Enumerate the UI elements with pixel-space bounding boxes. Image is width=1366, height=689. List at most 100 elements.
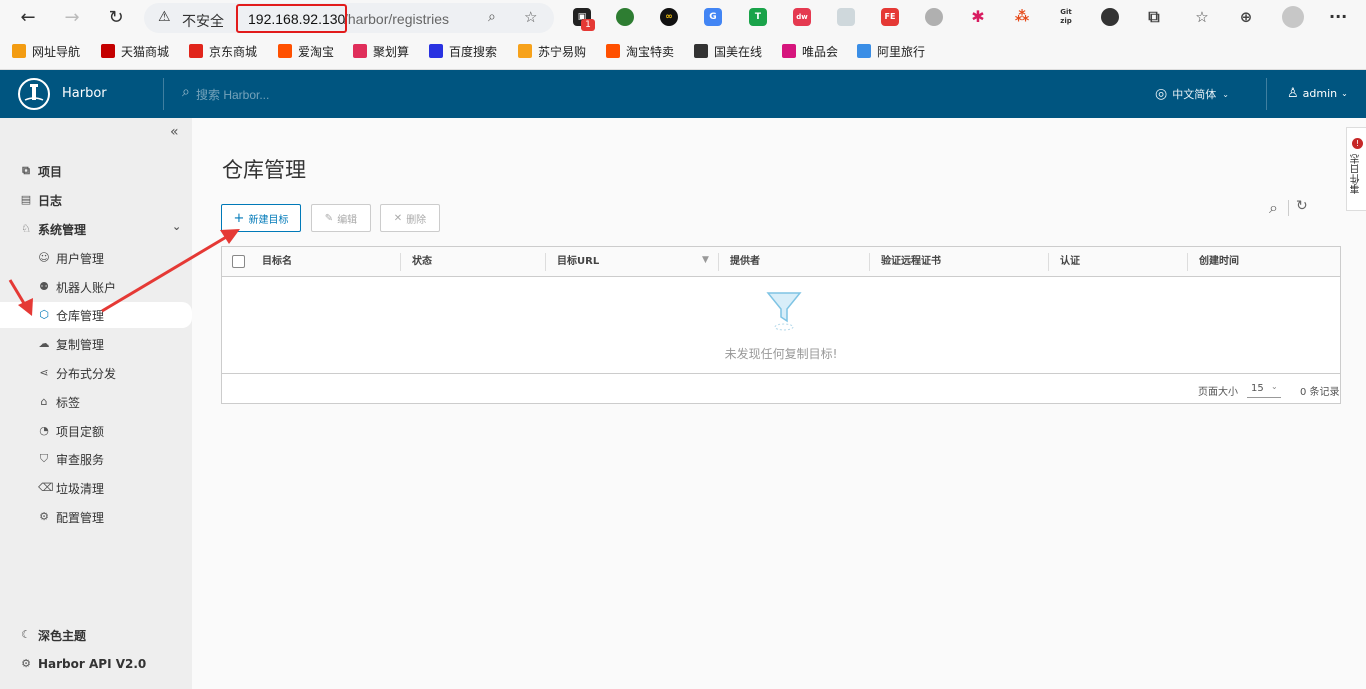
sidebar-item[interactable]: ⋖ 分布式分发 [0, 360, 192, 386]
sidebar-item[interactable]: ♘ 系统管理 ⌄ [0, 216, 192, 242]
column-header[interactable]: 验证远程证书 [871, 247, 941, 277]
forward-icon[interactable]: → [60, 6, 84, 30]
robot-icon: ⚉ [39, 280, 49, 293]
page-size-value: 15 [1251, 383, 1264, 394]
star-extension-icon[interactable]: ✱ [969, 8, 987, 26]
bookmark-item[interactable]: 淘宝特卖 [606, 42, 674, 60]
extensions-icon[interactable]: ⧉ [1145, 8, 1163, 26]
sidebar-item[interactable]: ⧉ 项目 [0, 158, 192, 184]
column-separator[interactable] [718, 253, 719, 271]
total-count: 0 条记录 [1300, 387, 1340, 398]
reload-icon[interactable]: ↻ [104, 6, 128, 30]
column-separator[interactable] [1187, 253, 1188, 271]
bookmark-item[interactable]: 唯品会 [782, 42, 838, 60]
refresh-icon[interactable]: ↻ [1296, 198, 1308, 214]
tree-extension-icon[interactable]: ⁂ [1013, 8, 1031, 26]
taobao-icon [278, 44, 292, 58]
harbor-logo[interactable] [18, 78, 50, 110]
chevron-down-icon: ⌄ [1222, 89, 1229, 99]
column-header[interactable]: 提供者 [720, 247, 760, 277]
bookmark-item[interactable]: 国美在线 [694, 42, 762, 60]
column-separator[interactable] [1048, 253, 1049, 271]
chevron-down-icon: ⌄ [1341, 89, 1348, 98]
api-link[interactable]: ⚙ Harbor API V2.0 [0, 651, 192, 677]
column-header[interactable]: 目标名 [252, 247, 292, 277]
bookmark-item[interactable]: 京东商城 [189, 42, 257, 60]
sidebar-item[interactable]: ⚉ 机器人账户 [0, 274, 192, 300]
search-input[interactable] [196, 86, 396, 104]
sidebar-item[interactable]: ⚙ 配置管理 [0, 504, 192, 530]
api-label: Harbor API V2.0 [38, 657, 147, 671]
dw-extension-icon[interactable]: dw [793, 8, 811, 26]
bookmark-icon [12, 44, 26, 58]
bookmark-item[interactable]: 聚划算 [353, 42, 409, 60]
select-all-checkbox[interactable] [232, 255, 245, 268]
sidebar-item-label: 分布式分发 [56, 366, 117, 381]
monitor-extension-icon[interactable] [837, 8, 855, 26]
sidebar-item[interactable]: ⬡ 仓库管理 [0, 302, 192, 328]
profile-avatar[interactable] [1282, 6, 1304, 28]
event-log-tab[interactable]: ! 事件日志 [1346, 127, 1366, 211]
translate-extension-icon[interactable]: G [704, 8, 722, 26]
column-header[interactable]: 认证 [1050, 247, 1080, 277]
user-menu[interactable]: ♙ admin ⌄ [1287, 86, 1348, 101]
delete-button[interactable]: ✕ 删除 [380, 204, 440, 232]
address-bar[interactable]: ⚠ 不安全 192.168.92.130 /harbor/registries … [144, 3, 554, 33]
dark-extension-icon[interactable] [1101, 8, 1119, 26]
globe-extension-icon[interactable] [616, 8, 634, 26]
language-selector[interactable]: ◎ 中文简体 ⌄ [1155, 86, 1229, 102]
sidebar-item[interactable]: ☁ 复制管理 [0, 331, 192, 357]
gitzip-extension-icon[interactable]: Git zip [1057, 8, 1075, 26]
column-separator[interactable] [400, 253, 401, 271]
favorite-add-icon[interactable]: ☆ [524, 8, 537, 26]
language-label: 中文简体 [1172, 88, 1217, 101]
bookmark-item[interactable]: 网址导航 [12, 42, 80, 60]
url-path[interactable]: /harbor/registries [344, 11, 449, 27]
page-title: 仓库管理 [222, 158, 306, 182]
sidebar-item[interactable]: ☺ 用户管理 [0, 245, 192, 271]
bookmark-item[interactable]: 阿里旅行 [857, 42, 925, 60]
column-header[interactable]: 创建时间 [1189, 247, 1239, 277]
new-endpoint-button[interactable]: + 新建目标 [221, 204, 301, 232]
column-header[interactable]: 目标URL [547, 247, 599, 277]
brand-name[interactable]: Harbor [62, 86, 107, 101]
column-separator[interactable] [545, 253, 546, 271]
replication-icon: ☁ [38, 337, 50, 350]
bookmark-item[interactable]: 天猫商城 [101, 42, 169, 60]
zoom-icon[interactable]: ⌕ [488, 9, 496, 25]
sidebar-item[interactable]: ⛉ 审查服务 [0, 446, 192, 472]
bookmark-label: 唯品会 [802, 44, 839, 59]
header-divider [1266, 78, 1267, 110]
filter-icon[interactable]: ▼ [702, 255, 709, 265]
sidebar-item[interactable]: ⌫ 垃圾清理 [0, 475, 192, 501]
pencil-icon: ✎ [324, 212, 334, 224]
favorites-icon[interactable]: ☆ [1193, 8, 1211, 26]
shield-extension-icon[interactable]: T [749, 8, 767, 26]
sidebar-item[interactable]: ⌂ 标签 [0, 389, 192, 415]
sidebar-item-label: 仓库管理 [56, 308, 105, 323]
page-size-select[interactable]: 15 ⌄ [1247, 380, 1281, 398]
bookmark-item[interactable]: 百度搜索 [429, 42, 497, 60]
sidebar-item[interactable]: ◔ 项目定额 [0, 418, 192, 444]
fe-extension-icon[interactable]: FE [881, 8, 899, 26]
search-icon[interactable]: ⌕ [1269, 198, 1278, 218]
bookmark-item[interactable]: 爱淘宝 [278, 42, 334, 60]
security-label[interactable]: 不安全 [182, 11, 224, 31]
collections-icon[interactable]: ⊕ [1237, 8, 1255, 26]
more-icon[interactable]: ··· [1329, 8, 1347, 26]
back-icon[interactable]: ← [16, 6, 40, 30]
infinity-extension-icon[interactable]: ∞ [660, 8, 678, 26]
sidebar-item[interactable]: ▤ 日志 [0, 187, 192, 213]
warning-icon[interactable]: ⚠ [158, 9, 171, 25]
chevron-down-icon[interactable]: ⌄ [172, 220, 181, 233]
gray-extension-icon[interactable] [925, 8, 943, 26]
double-chevron-left-icon[interactable]: « [170, 124, 179, 140]
quota-icon: ◔ [39, 424, 49, 437]
edit-button[interactable]: ✎ 编辑 [311, 204, 371, 232]
column-header[interactable]: 状态 [402, 247, 432, 277]
column-separator[interactable] [869, 253, 870, 271]
delete-label: 删除 [406, 214, 427, 226]
toolbar-divider [1288, 200, 1289, 216]
dark-theme-toggle[interactable]: ☾ 深色主题 [0, 622, 192, 648]
bookmark-item[interactable]: 苏宁易购 [518, 42, 586, 60]
